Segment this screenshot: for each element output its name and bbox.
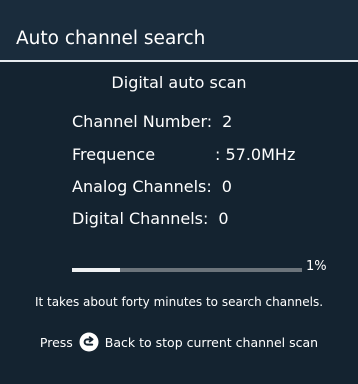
channel-number-value: 2: [222, 112, 233, 131]
stop-scan-hint: Press Back to stop current channel scan: [0, 332, 358, 354]
scan-duration-note: It takes about forty minutes to search c…: [34, 295, 324, 309]
auto-channel-search-dialog: Auto channel search Digital auto scan Ch…: [0, 0, 358, 384]
digital-channels-value: 0: [218, 209, 229, 228]
analog-channels-value: 0: [221, 177, 232, 196]
analog-channels-row: Analog Channels: 0: [72, 176, 232, 198]
channel-number-label: Channel Number:: [72, 112, 213, 131]
back-icon[interactable]: [79, 332, 99, 352]
digital-channels-label: Digital Channels:: [72, 209, 209, 228]
scan-mode-label: Digital auto scan: [111, 73, 247, 92]
frequence-value: : 57.0MHz: [215, 145, 296, 164]
title-divider: [0, 60, 358, 62]
hint-prefix: Press: [39, 335, 73, 350]
dialog-title: Auto channel search: [16, 28, 206, 49]
scan-progress-fill: [72, 268, 121, 272]
frequence-row: Frequence : 57.0MHz: [72, 144, 295, 166]
scan-progress-percent: 1%: [306, 259, 327, 274]
hint-suffix: Back to stop current channel scan: [104, 335, 319, 350]
scan-progress-bar: [72, 268, 302, 272]
analog-channels-label: Analog Channels:: [72, 177, 212, 196]
title-bar: Auto channel search: [0, 0, 358, 60]
channel-number-row: Channel Number: 2: [72, 111, 232, 133]
frequence-label: Frequence: [72, 145, 156, 164]
digital-channels-row: Digital Channels: 0: [72, 208, 229, 230]
